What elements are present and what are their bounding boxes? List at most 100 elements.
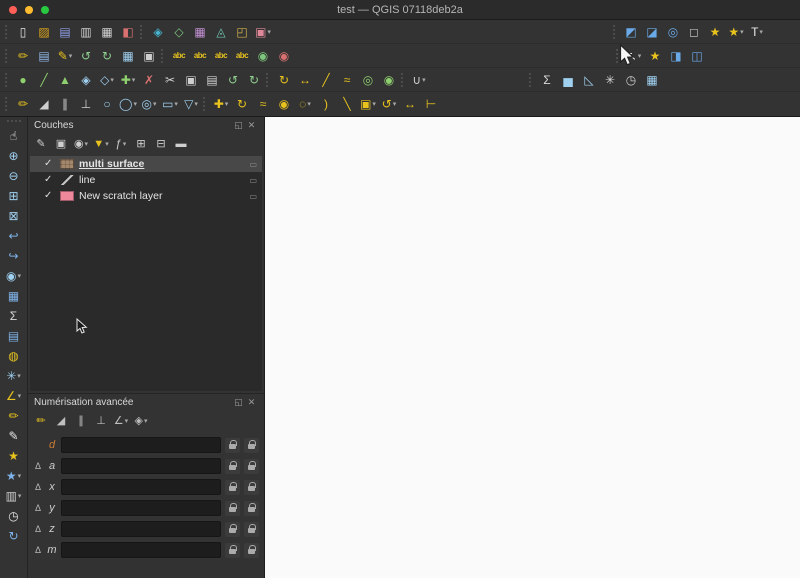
paste-features-button[interactable]: ▤ bbox=[202, 70, 222, 90]
perpendicular-constraint-button[interactable]: ⊥ bbox=[92, 412, 110, 430]
toggle-editing-button[interactable]: ✏ bbox=[13, 46, 33, 66]
undo-edits-button[interactable]: ↺ bbox=[223, 70, 243, 90]
input-d[interactable] bbox=[61, 437, 221, 453]
run-feature-action-button[interactable]: ✳ ▾ bbox=[3, 366, 25, 386]
multiedit-attributes-button[interactable]: ▦ bbox=[118, 46, 138, 66]
input-x[interactable] bbox=[61, 479, 221, 495]
relative-toggle-m[interactable]: Δ bbox=[33, 545, 43, 555]
vertex-tool-all-layers-button[interactable]: ◈ bbox=[76, 70, 96, 90]
add-line-feature-button[interactable]: ╱ bbox=[34, 70, 54, 90]
snapping-options-button[interactable]: ∪ ▾ bbox=[409, 70, 429, 90]
relative-toggle-y[interactable]: Δ bbox=[33, 503, 43, 513]
add-point-feature-button[interactable]: ● bbox=[13, 70, 33, 90]
continuous-lock-x-button[interactable] bbox=[244, 479, 259, 495]
select-features-button[interactable]: ↖ ▾ bbox=[624, 46, 644, 66]
lock-a-button[interactable] bbox=[225, 458, 240, 474]
move-feature-copy-button[interactable]: ✚ ▾ bbox=[211, 94, 231, 114]
trim-extend-button[interactable]: ⊢ bbox=[421, 94, 441, 114]
toolbar-handle[interactable] bbox=[6, 120, 21, 124]
input-m[interactable] bbox=[61, 542, 221, 558]
add-mesh-layer-button[interactable]: ◬ bbox=[211, 22, 231, 42]
continuous-lock-d-button[interactable] bbox=[244, 437, 259, 453]
zoom-in-button[interactable]: ⊕ bbox=[3, 146, 25, 166]
close-panel-icon[interactable]: ✕ bbox=[245, 396, 258, 409]
new-scratch-layer-button[interactable]: ▣ ▾ bbox=[253, 22, 273, 42]
lock-m-button[interactable] bbox=[225, 542, 240, 558]
lock-x-button[interactable] bbox=[225, 479, 240, 495]
add-part-button[interactable]: ◉ bbox=[379, 70, 399, 90]
move-feature-button[interactable]: ✚ ▾ bbox=[118, 70, 138, 90]
new-project-button[interactable]: ▯ bbox=[13, 22, 33, 42]
lock-d-button[interactable] bbox=[225, 437, 240, 453]
continuous-lock-m-button[interactable] bbox=[244, 542, 259, 558]
delete-selected-button[interactable]: ✗ bbox=[139, 70, 159, 90]
toolbar-handle[interactable] bbox=[529, 72, 533, 87]
redo-button[interactable]: ↻ bbox=[97, 46, 117, 66]
undock-panel-icon[interactable]: ◱ bbox=[232, 119, 245, 132]
expand-all-button[interactable]: ⊞ bbox=[132, 135, 150, 153]
save-project-button[interactable]: ▤ bbox=[55, 22, 75, 42]
field-calculator-button[interactable]: ▤ bbox=[3, 326, 25, 346]
histogram-button[interactable]: ▅ bbox=[558, 70, 578, 90]
undo-button[interactable]: ↺ bbox=[76, 46, 96, 66]
open-data-source-manager-button[interactable]: ◈ bbox=[148, 22, 168, 42]
snap-to-common-angles-button[interactable]: ∠ ▾ bbox=[112, 412, 130, 430]
merge-attributes-button[interactable]: ▣ bbox=[139, 46, 159, 66]
manage-map-themes-button[interactable]: ◉ ▾ bbox=[72, 135, 90, 153]
parallel-constraint-button[interactable]: ∥ bbox=[72, 412, 90, 430]
toolbar-handle[interactable] bbox=[616, 48, 620, 63]
toolbar-handle[interactable] bbox=[401, 72, 405, 87]
pan-map-button[interactable]: ☝ bbox=[3, 126, 25, 146]
select-by-area-button[interactable]: ◩ bbox=[621, 22, 641, 42]
open-project-button[interactable]: ▨ bbox=[34, 22, 54, 42]
select-by-radius-button[interactable]: ◎ bbox=[663, 22, 683, 42]
delete-ring-button[interactable]: ◌ ▾ bbox=[295, 94, 315, 114]
zoom-out-button[interactable]: ⊖ bbox=[3, 166, 25, 186]
new-print-layout-button[interactable]: ▥ bbox=[76, 22, 96, 42]
offset-curve-button[interactable]: ) bbox=[316, 94, 336, 114]
add-vector-layer-button[interactable]: ◇ bbox=[169, 22, 189, 42]
select-by-polygon-button[interactable]: ◪ bbox=[642, 22, 662, 42]
new-map-view-button[interactable]: ▥ ▾ bbox=[3, 486, 25, 506]
input-a[interactable] bbox=[61, 458, 221, 474]
rotate-features-button[interactable]: ↻ bbox=[232, 94, 252, 114]
current-edits-button[interactable]: ✎ ▾ bbox=[55, 46, 75, 66]
deselect-all-button[interactable]: ◻ bbox=[684, 22, 704, 42]
remove-layer-button[interactable]: ▬ bbox=[172, 135, 190, 153]
vertex-tool-button[interactable]: ◇ ▾ bbox=[97, 70, 117, 90]
simplify-feature-button[interactable]: ≈ bbox=[253, 94, 273, 114]
filter-legend-button[interactable]: ▼ ▾ bbox=[92, 135, 110, 153]
toolbar-handle[interactable] bbox=[5, 97, 9, 111]
zoom-last-button[interactable]: ↩ bbox=[3, 226, 25, 246]
perpendicular-constraint-button[interactable]: ⊥ bbox=[76, 94, 96, 114]
cut-features-button[interactable]: ✂ bbox=[160, 70, 180, 90]
rotate-point-symbols-button[interactable]: ↺ ▾ bbox=[379, 94, 399, 114]
copy-features-button[interactable]: ▣ bbox=[181, 70, 201, 90]
rotate-feature-button[interactable]: ↻ bbox=[274, 70, 294, 90]
zoom-next-button[interactable]: ↪ bbox=[3, 246, 25, 266]
input-y[interactable] bbox=[61, 500, 221, 516]
open-layer-styling-button[interactable]: ✎ bbox=[32, 135, 50, 153]
enable-advanced-digitizing-button[interactable]: ✏ bbox=[32, 412, 50, 430]
add-ring-button[interactable]: ◎ bbox=[358, 70, 378, 90]
style-manager-button[interactable]: ◧ bbox=[118, 22, 138, 42]
change-label-properties-button[interactable]: ◉ bbox=[274, 46, 294, 66]
close-panel-icon[interactable]: ✕ bbox=[245, 119, 258, 132]
parallel-constraint-button[interactable]: ∥ bbox=[55, 94, 75, 114]
scale-feature-button[interactable]: ↔ bbox=[295, 70, 315, 90]
regular-polygon-button[interactable]: ▽ ▾ bbox=[181, 94, 201, 114]
layer-diagram-options-button[interactable]: abc bbox=[190, 46, 210, 66]
close-window-button[interactable] bbox=[9, 6, 17, 14]
relative-toggle-x[interactable]: Δ bbox=[33, 482, 43, 492]
filter-by-expression-button[interactable]: ƒ ▾ bbox=[112, 135, 130, 153]
construction-guides-button[interactable]: ◈ ▾ bbox=[132, 412, 150, 430]
collapse-all-button[interactable]: ⊟ bbox=[152, 135, 170, 153]
save-layer-edits-button[interactable]: ▤ bbox=[34, 46, 54, 66]
invert-selection-button[interactable]: ◫ bbox=[687, 46, 707, 66]
reshape-features-button[interactable]: ≈ bbox=[337, 70, 357, 90]
add-raster-layer-button[interactable]: ▦ bbox=[190, 22, 210, 42]
layer-visibility-checkbox[interactable]: ✓ bbox=[44, 159, 55, 169]
split-features-button[interactable]: ╱ bbox=[316, 70, 336, 90]
toolbar-handle[interactable] bbox=[203, 97, 207, 111]
circle-from-3-points-button[interactable]: ◯ ▾ bbox=[118, 94, 138, 114]
